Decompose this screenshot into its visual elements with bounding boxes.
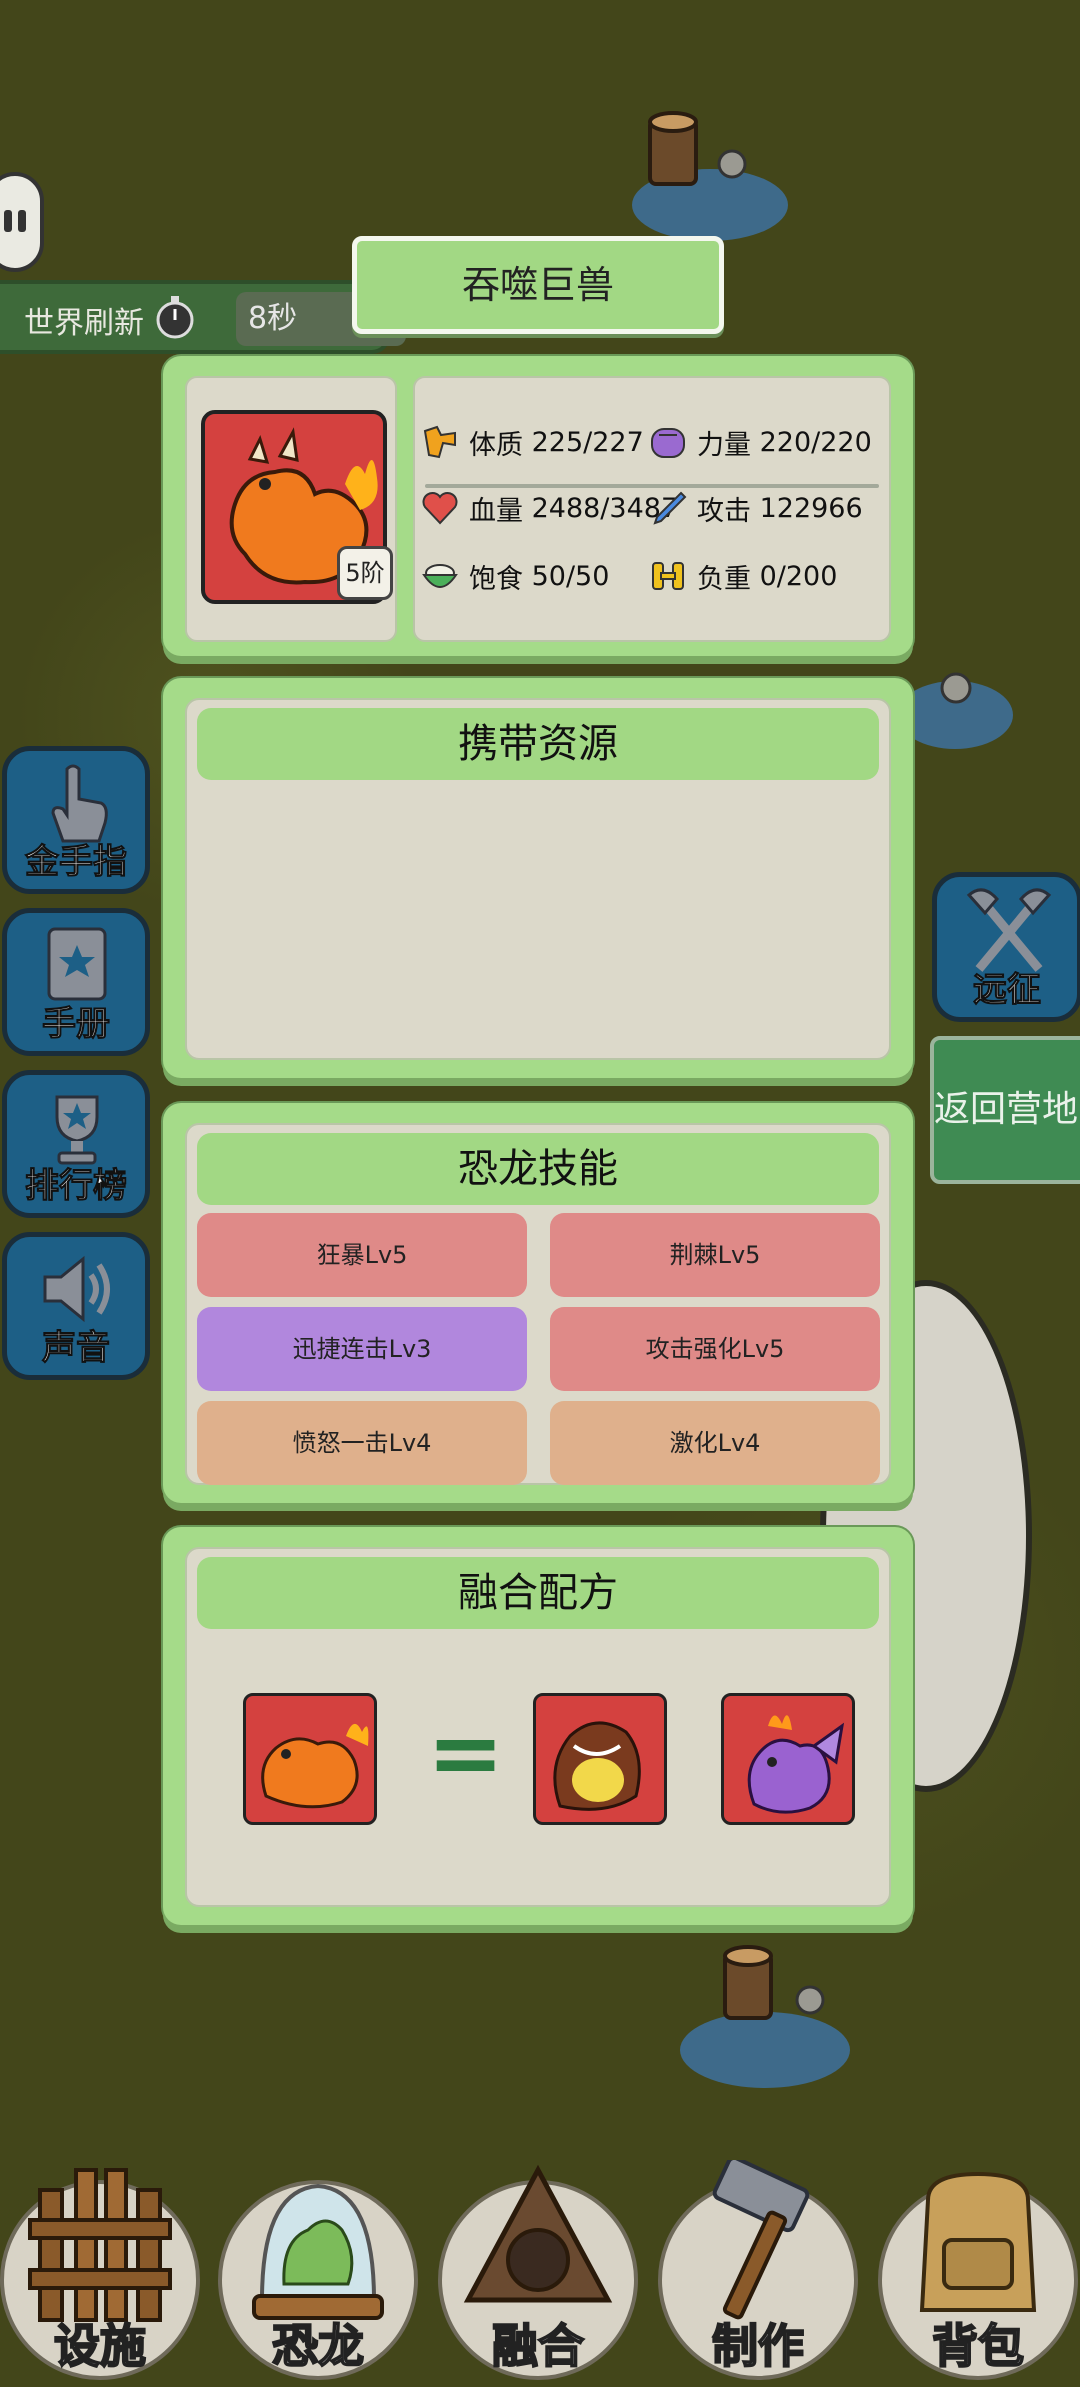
fusion-recipe-panel: 融合配方 =	[163, 1527, 913, 1925]
skills-inner: 恐龙技能 狂暴Lv5 荆棘Lv5 迅捷连击Lv3 攻击强化Lv5 愤怒一击Lv4…	[185, 1123, 891, 1485]
sword-icon	[653, 491, 687, 525]
food-bowl-icon	[422, 564, 458, 588]
muscle-icon	[423, 425, 456, 459]
purple-dragon-icon	[747, 1715, 845, 1814]
attack-value: 122966	[759, 492, 863, 524]
stats-box: 体质 225/227 力量 220/220 血量 2488/3487 攻击 12…	[413, 376, 891, 642]
return-camp-button[interactable]: 返回营地	[930, 1036, 1080, 1184]
stopwatch-icon	[156, 296, 194, 339]
heart-icon	[422, 492, 458, 525]
tree-stump-decoration	[632, 111, 788, 241]
handbook-button[interactable]: 手册	[2, 908, 150, 1056]
skill-button[interactable]: 荆棘Lv5	[550, 1213, 880, 1297]
tier-badge: 5阶	[337, 546, 393, 600]
stat-attack: 攻击 122966	[647, 486, 863, 530]
dinosaur-skills-panel: 恐龙技能 狂暴Lv5 荆棘Lv5 迅捷连击Lv3 攻击强化Lv5 愤怒一击Lv4…	[163, 1103, 913, 1503]
nav-backpack-label: 背包	[931, 2318, 1025, 2374]
avatar-frame: 5阶	[185, 376, 397, 642]
skill-button[interactable]: 攻击强化Lv5	[550, 1307, 880, 1391]
leaderboard-button[interactable]: 排行榜	[2, 1070, 150, 1218]
skill-button[interactable]: 激化Lv4	[550, 1401, 880, 1485]
cheat-label: 金手指	[25, 842, 128, 883]
nav-dinosaurs-label: 恐龙	[271, 2318, 365, 2374]
skill-button[interactable]: 愤怒一击Lv4	[197, 1401, 527, 1485]
equals-sign: =	[427, 1699, 505, 1806]
fusion-triangle-icon	[463, 2164, 613, 2303]
tree-stump-decoration	[680, 1945, 850, 2088]
strength-value: 220/220	[759, 426, 872, 458]
sound-label: 声音	[42, 1328, 111, 1369]
stat-constitution: 体质 225/227	[419, 420, 644, 464]
expedition-button[interactable]: 远征	[932, 872, 1080, 1022]
creature-title: 吞噬巨兽	[352, 236, 724, 334]
godzilla-dino-icon	[553, 1721, 641, 1811]
book-star-icon	[47, 927, 107, 1001]
fist-icon	[651, 428, 685, 458]
nav-facilities-label: 设施	[53, 2318, 147, 2374]
stat-load: 负重 0/200	[647, 554, 837, 598]
resources-inner: 携带资源	[185, 698, 891, 1060]
stat-strength: 力量 220/220	[647, 420, 872, 464]
fusion-result-card[interactable]	[243, 1693, 377, 1825]
constitution-value: 225/227	[531, 426, 644, 458]
resources-title: 携带资源	[197, 708, 879, 780]
stat-satiety: 饱食 50/50	[419, 554, 609, 598]
skill-button[interactable]: 狂暴Lv5	[197, 1213, 527, 1297]
backpack-icon	[919, 2171, 1037, 2312]
fusion-title: 融合配方	[197, 1557, 879, 1629]
nav-facilities[interactable]: 设施	[0, 2160, 200, 2380]
nav-dinosaurs[interactable]: 恐龙	[218, 2160, 418, 2380]
world-refresh-label: 世界刷新	[24, 306, 144, 341]
nav-backpack[interactable]: 背包	[878, 2160, 1078, 2380]
sound-button[interactable]: 声音	[2, 1232, 150, 1380]
pointing-hand-icon	[51, 764, 108, 843]
skill-button[interactable]: 迅捷连击Lv3	[197, 1307, 527, 1391]
load-value: 0/200	[759, 560, 838, 592]
creature-stats-panel: 5阶 体质 225/227 力量 220/220 血量 2488/3487 攻击…	[163, 356, 913, 656]
speaker-icon	[43, 1255, 110, 1323]
fusion-ingredient-card[interactable]	[721, 1693, 855, 1825]
fence-gate-icon	[28, 2168, 172, 2322]
stat-hp: 血量 2488/3487	[419, 486, 678, 530]
pause-button[interactable]	[0, 172, 44, 272]
hammer-icon	[712, 2160, 810, 2320]
trophy-icon	[55, 1095, 99, 1165]
world-refresh-bar: 世界刷新 8秒	[0, 280, 406, 354]
satiety-value: 50/50	[531, 560, 610, 592]
fusion-inner: 融合配方 =	[185, 1547, 891, 1907]
fusion-ingredient-card[interactable]	[533, 1693, 667, 1825]
skills-title: 恐龙技能	[197, 1133, 879, 1205]
handbook-label: 手册	[42, 1004, 111, 1045]
leaderboard-label: 排行榜	[25, 1166, 128, 1207]
fire-dragon-icon	[261, 1723, 369, 1809]
nav-crafting-label: 制作	[711, 2318, 805, 2374]
nav-fusion[interactable]: 融合	[438, 2160, 638, 2380]
cheat-button[interactable]: 金手指	[2, 746, 150, 894]
dumbbell-icon	[652, 562, 684, 590]
nav-crafting[interactable]: 制作	[658, 2160, 858, 2380]
dino-dome-icon	[252, 2183, 384, 2320]
carried-resources-panel: 携带资源	[163, 678, 913, 1078]
nav-fusion-label: 融合	[491, 2318, 585, 2374]
expedition-label: 远征	[973, 970, 1042, 1011]
